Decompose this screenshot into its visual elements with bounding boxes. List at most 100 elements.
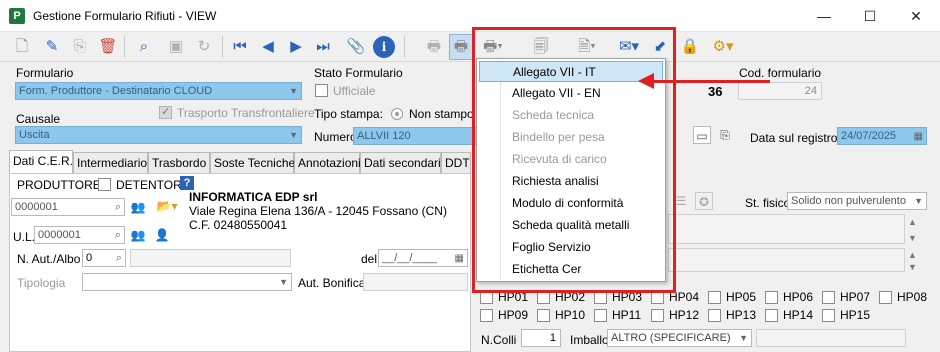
trasporto-checkbox[interactable] [159,105,172,119]
del-date-field[interactable]: __/__/____ ▦ [378,249,468,267]
st-fisico-select[interactable]: Solido non pulverulento ▼ [787,192,927,210]
chevron-down-icon: ▼ [279,277,288,287]
n-aut-description-field [130,249,291,267]
n-aut-field[interactable]: 0 ⌕ [82,249,126,267]
hp11-checkbox[interactable] [594,309,607,322]
contacts-icon[interactable]: 👥 [129,226,147,244]
data-registro-label: Data sul registro [750,131,838,145]
ul-value: 0000001 [38,229,81,241]
hp12-label: HP12 [669,308,700,322]
ul-label: U.L. [13,230,36,244]
st-fisico-value: Solido non pulverulento [791,195,906,207]
first-record-icon[interactable]: ⏮ [228,35,252,59]
causale-select[interactable]: Uscita ▼ [15,126,302,144]
delete-icon[interactable]: 🗑 [96,35,120,59]
lock-icon[interactable]: 🔒 [678,35,702,59]
print-icon[interactable]: 🖶 [422,35,446,59]
refresh-icon[interactable]: ↻ [192,35,216,59]
hp08-label: HP08 [897,290,928,304]
hp08-checkbox[interactable] [879,291,892,304]
formulario-label: Formulario [16,66,74,80]
attachment-icon[interactable]: 📎 [344,35,368,59]
del-date-value: __/__/____ [382,252,438,264]
chevron-down-icon: ▼ [739,333,748,343]
toolbar-separator [222,36,223,58]
tab-trasbordo[interactable]: Trasbordo [148,152,210,173]
next-record-icon[interactable]: ▶ [284,35,308,59]
toolbar-separator [124,36,125,58]
del-label: del [361,252,378,266]
numero-label: Numero [314,130,357,144]
annotation-highlight-box [472,27,676,293]
search-icon[interactable]: ⌕ [115,199,121,215]
scroll-down-icon[interactable]: ▼ [908,233,917,243]
numero-field[interactable]: ALLVII 120 [353,127,478,145]
tab-annotazioni[interactable]: Annotazioni [294,152,361,173]
hp14-label: HP14 [783,308,814,322]
contacts-icon[interactable]: 👥 [129,198,147,216]
new-document-icon[interactable]: 🗋 [10,35,34,59]
app-logo-icon: P [9,8,25,24]
calendar-icon: ▦ [913,131,923,142]
folder-menu-icon[interactable]: 📂▾ [152,197,182,215]
tab-dati-secondari[interactable]: Dati secondari [360,152,441,173]
last-record-icon[interactable]: ⏭ [311,35,335,59]
tab-intermediario[interactable]: Intermediario [73,152,148,173]
produttore-code-field[interactable]: 0000001 ⌕ [11,198,125,216]
paste-number-icon[interactable]: ⎘ [716,126,734,144]
save-icon[interactable]: ▣ [164,35,188,59]
ul-field[interactable]: 0000001 ⌕ [34,226,125,244]
company-name: INFORMATICA EDP srl [189,190,318,204]
window-title: Gestione Formulario Rifiuti - VIEW [33,9,217,23]
copy-number-icon[interactable]: ▭ [693,126,711,144]
hp13-checkbox[interactable] [708,309,721,322]
non-stampo-radio[interactable] [391,108,403,120]
search-icon[interactable]: ⌕ [116,250,122,266]
maximize-button[interactable]: ☐ [847,0,893,32]
hp14-checkbox[interactable] [765,309,778,322]
tipologia-select[interactable]: ▼ [82,273,292,291]
hp10-checkbox[interactable] [537,309,550,322]
hp15-checkbox[interactable] [822,309,835,322]
produttore-code-value: 0000001 [15,201,58,213]
hp11-label: HP11 [612,308,642,322]
previous-record-icon[interactable]: ◀ [256,35,280,59]
data-registro-field[interactable]: 24/07/2025 ▦ [837,127,927,145]
tab-dati-cer[interactable]: Dati C.E.R. [9,150,73,174]
scroll-up-icon[interactable]: ▲ [908,250,917,260]
settings-icon[interactable]: ⚙▾ [708,35,738,59]
calendar-icon[interactable]: ▦ [455,251,464,266]
trasporto-label: Trasporto Transfrontaliere [177,106,315,120]
edit-pencil-icon[interactable]: ✎ [40,35,64,59]
ncolli-field[interactable]: 1 [521,329,561,347]
hp05-label: HP05 [726,290,757,304]
help-icon[interactable]: ? [180,176,194,190]
search-icon[interactable]: ⌕ [115,227,121,243]
hp06-checkbox[interactable] [765,291,778,304]
annotation-arrow-line [652,80,770,83]
scroll-down-icon[interactable]: ▼ [908,262,917,272]
tab-soste-tecniche[interactable]: Soste Tecniche [210,152,295,173]
copy-icon[interactable]: ⎘ [68,35,92,59]
person-icon[interactable]: 👤 [153,226,171,244]
info-icon[interactable]: i [373,36,395,58]
hp07-checkbox[interactable] [822,291,835,304]
toolbar-separator [404,36,405,58]
imballo-select[interactable]: ALTRO (SPECIFICARE) ▼ [607,329,752,347]
hp09-label: HP09 [498,308,529,322]
minimize-button[interactable]: — [801,0,847,32]
certificate-icon[interactable]: ✪ [695,192,713,210]
ncolli-label: N.Colli [481,333,517,347]
close-button[interactable]: ✕ [893,0,939,32]
search-icon[interactable]: ⌕ [132,35,156,59]
print-preview-glyph-icon: 🖶 [453,38,469,55]
hp12-checkbox[interactable] [651,309,664,322]
hp05-checkbox[interactable] [708,291,721,304]
detentore-checkbox[interactable] [98,178,111,191]
ufficiale-checkbox[interactable] [315,84,328,97]
tab-ddt[interactable]: DDT [441,152,471,173]
formulario-select[interactable]: Form. Produttore - Destinatario CLOUD ▼ [15,82,302,100]
ufficiale-label: Ufficiale [333,84,376,98]
scroll-up-icon[interactable]: ▲ [908,217,917,227]
hp09-checkbox[interactable] [480,309,493,322]
